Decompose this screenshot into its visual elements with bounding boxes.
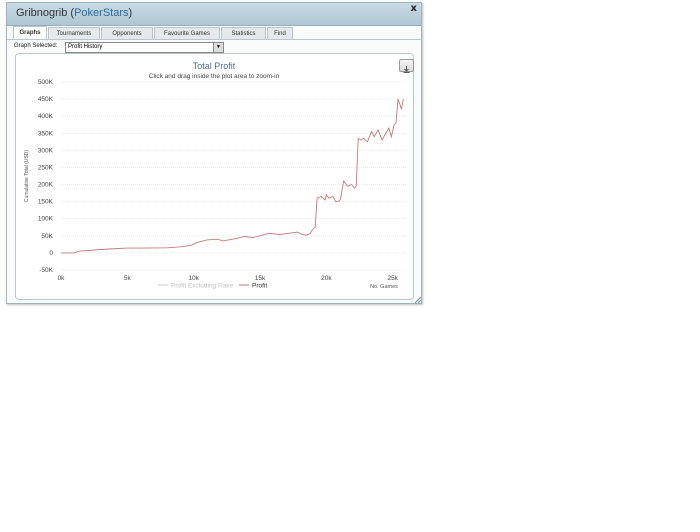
close-button[interactable]: x [411, 4, 417, 14]
y-tick-label: -50K [39, 267, 53, 274]
x-tick-label: 0k [58, 275, 66, 282]
window-titlebar[interactable]: Gribnogrib (PokerStars) x [7, 3, 421, 26]
window-title: Gribnogrib (PokerStars) [16, 7, 132, 19]
x-tick-label: 25k [387, 275, 398, 282]
x-tick-label: 10k [188, 275, 199, 282]
x-tick-label: 20k [321, 275, 332, 282]
chart-subtitle: Click and drag inside the plot area to z… [149, 73, 280, 80]
y-tick-label: 250K [38, 164, 54, 171]
y-axis-label: Cumulative Total (USD) [24, 150, 30, 202]
y-tick-label: 500K [38, 79, 54, 86]
y-tick-label: 150K [38, 199, 54, 206]
y-tick-label: 300K [38, 147, 54, 154]
graph-select[interactable]: Profit History ▼ [65, 42, 224, 53]
site-link[interactable]: PokerStars [74, 7, 128, 19]
y-tick-label: 100K [38, 216, 54, 223]
x-tick-label: 5k [124, 275, 132, 282]
graph-selected-label: Graph Selected: [14, 43, 58, 49]
legend-item[interactable]: Profit Excluding Rake [171, 283, 234, 290]
y-tick-label: 200K [38, 182, 54, 189]
y-tick-label: 50K [41, 233, 53, 240]
tab-graphs[interactable]: Graphs [13, 26, 47, 40]
download-icon [403, 66, 410, 73]
series-layer [61, 98, 404, 254]
y-tick-label: 450K [38, 96, 54, 103]
y-tick-label: 0 [49, 250, 53, 257]
site-close-paren: ) [128, 7, 133, 19]
close-icon: x [410, 3, 417, 14]
profile-window: Gribnogrib (PokerStars) x Graphs Tournam… [6, 2, 422, 304]
x-tick-layer: 0k 5k 10k 15k 20k 25k [58, 275, 399, 282]
y-tick-layer: -50K 0 50K 100K 150K 200K 250K 300K 350K 400K 450K… [38, 79, 54, 274]
grid-layer [61, 81, 406, 271]
profit-chart[interactable]: Total Profit Click and drag inside the p… [16, 54, 413, 299]
series-line-profit [61, 98, 404, 254]
export-button[interactable] [399, 59, 414, 73]
chart-title: Total Profit [193, 61, 236, 71]
y-tick-label: 400K [38, 113, 54, 120]
chart-legend[interactable]: Profit Excluding Rake Profit [158, 283, 267, 290]
dropdown-arrow-icon: ▼ [213, 43, 223, 52]
tab-divider [7, 39, 421, 40]
x-tick-label: 15k [255, 275, 266, 282]
legend-item[interactable]: Profit [252, 283, 267, 290]
graph-select-value: Profit History [68, 44, 103, 50]
y-tick-label: 350K [38, 130, 54, 137]
chart-panel[interactable]: Total Profit Click and drag inside the p… [15, 53, 414, 300]
player-name: Gribnogrib [16, 7, 68, 19]
resize-handle-icon[interactable] [415, 297, 421, 303]
x-axis-label: No. Games [370, 284, 398, 290]
